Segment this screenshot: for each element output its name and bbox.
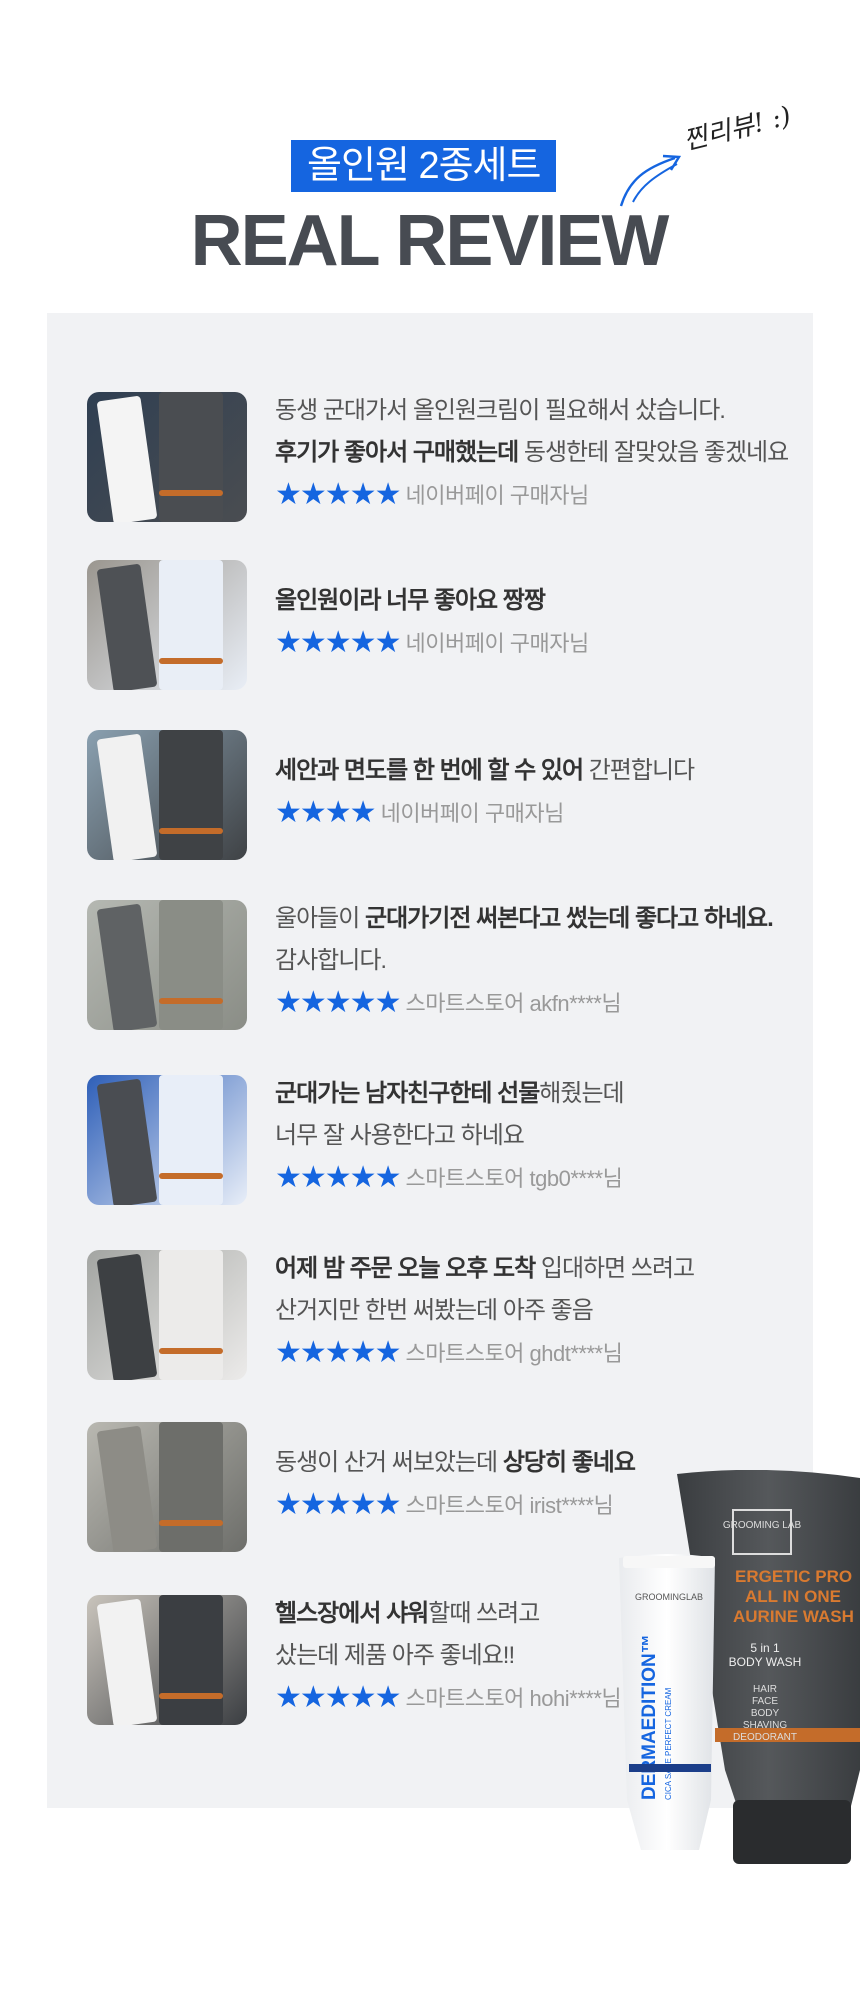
product-image: GROOMING LAB ERGETIC PRO ALL IN ONE AURI… [619,1470,860,1864]
review-meta: ★★★★★ 네이버페이 구매자님 [275,622,815,665]
review-line: 감사합니다. [275,940,815,982]
review-line: 올인원이라 너무 좋아요 짱짱 [275,580,815,622]
rating-stars-icon: ★★★★★ [275,626,401,659]
dark-tube-name-line: ALL IN ONE [745,1587,841,1606]
review-photo[interactable] [87,900,247,1030]
rating-stars-icon: ★★★★ [275,796,377,829]
handwritten-note: 찐리뷰! :) [680,101,794,157]
reviewer-source: 스마트스토어 irist****님 [405,1493,614,1518]
dark-tube-use-label: HAIR [753,1684,777,1695]
reviewer-source: 네이버페이 구매자님 [405,631,589,656]
review-photo[interactable] [87,1075,247,1205]
review-segment: 동생 군대가서 올인원크림이 필요해서 샀습니다. [275,397,726,424]
review-line: 동생 군대가서 올인원크림이 필요해서 샀습니다. [275,390,815,432]
rating-stars-icon: ★★★★★ [275,1488,401,1521]
review-highlight: 세안과 면도를 한 번에 할 수 있어 [275,757,584,784]
dark-tube-use-label: FACE [752,1696,778,1707]
review-segment: 울아들이 [275,905,365,932]
review-line: 산거지만 한번 써봤는데 아주 좋음 [275,1290,815,1332]
white-tube-vertical-sub: CICA SAFE PERFECT CREAM [664,1687,673,1800]
page-title: REAL REVIEW [190,201,670,281]
review-line: 세안과 면도를 한 번에 할 수 있어 간편합니다 [275,750,815,792]
review-photo[interactable] [87,560,247,690]
review-text: 올인원이라 너무 좋아요 짱짱 ★★★★★ 네이버페이 구매자님 [275,580,815,665]
review-highlight: 헬스장에서 샤워 [275,1600,429,1627]
review-text: 동생 군대가서 올인원크림이 필요해서 샀습니다. 후기가 좋아서 구매했는데 동… [275,390,815,517]
review-photo[interactable] [87,1250,247,1380]
rating-stars-icon: ★★★★★ [275,986,401,1019]
review-highlight: 어제 밤 주문 오늘 오후 도착 [275,1255,536,1282]
review-text: 세안과 면도를 한 번에 할 수 있어 간편합니다 ★★★★ 네이버페이 구매자님 [275,750,815,835]
dark-tube-sub-line: 5 in 1 [750,1641,780,1655]
review-text: 어제 밤 주문 오늘 오후 도착 입대하면 쓰려고산거지만 한번 써봤는데 아주… [275,1248,815,1375]
review-segment: 동생한테 잘맞았음 좋겠네요 [518,439,789,466]
reviewer-source: 스마트스토어 akfn****님 [405,991,622,1016]
review-segment: 동생이 산거 써보았는데 [275,1449,503,1476]
dark-tube-use-label: SHAVING [743,1720,787,1731]
reviewer-source: 스마트스토어 hohi****님 [405,1686,622,1711]
rating-stars-icon: ★★★★★ [275,1336,401,1369]
review-line: 너무 잘 사용한다고 하네요 [275,1115,815,1157]
review-highlight: 후기가 좋아서 구매했는데 [275,439,519,466]
white-tube-vertical-label: DERMAEDITION™ [639,1634,660,1800]
dark-tube-use-label: DEODORANT [733,1732,797,1743]
review-highlight: 군대가기전 써본다고 썼는데 좋다고 하네요. [365,905,774,932]
review-segment: 해줬는데 [539,1080,624,1107]
review-photo[interactable] [87,392,247,522]
review-segment: 너무 잘 사용한다고 하네요 [275,1122,525,1149]
review-item: 동생 군대가서 올인원크림이 필요해서 샀습니다. 후기가 좋아서 구매했는데 동… [87,392,789,524]
review-text: 군대가는 남자친구한테 선물해줬는데너무 잘 사용한다고 하네요 ★★★★★ 스마트… [275,1073,815,1200]
review-item: 올인원이라 너무 좋아요 짱짱 ★★★★★ 네이버페이 구매자님 [87,560,787,692]
review-meta: ★★★★★ 스마트스토어 ghdt****님 [275,1332,815,1375]
dark-tube-name-line: AURINE WASH [733,1607,854,1626]
dark-tube-use-label: BODY [751,1708,780,1719]
review-meta: ★★★★ 네이버페이 구매자님 [275,792,815,835]
dark-tube-brand: GROOMING LAB [723,1520,802,1531]
reviewer-source: 스마트스토어 ghdt****님 [405,1341,623,1366]
review-segment: 할때 쓰려고 [428,1600,540,1627]
review-segment: 감사합니다. [275,947,387,974]
rating-stars-icon: ★★★★★ [275,1161,401,1194]
review-item: 세안과 면도를 한 번에 할 수 있어 간편합니다 ★★★★ 네이버페이 구매자님 [87,730,787,862]
review-photo[interactable] [87,730,247,860]
reviewer-source: 네이버페이 구매자님 [405,483,589,508]
review-line: 군대가는 남자친구한테 선물해줬는데 [275,1073,815,1115]
review-photo[interactable] [87,1595,247,1725]
review-line: 어제 밤 주문 오늘 오후 도착 입대하면 쓰려고 [275,1248,815,1290]
dark-tube-name-line: ERGETIC PRO [735,1567,852,1586]
arrow-icon [619,154,682,207]
header: 올인원 2종세트 REAL REVIEW 찐리뷰! :) [0,0,860,300]
rating-stars-icon: ★★★★★ [275,478,401,511]
review-segment: 입대하면 쓰려고 [535,1255,695,1282]
review-segment: 간편합니다 [583,757,695,784]
review-segment: 산거지만 한번 써봤는데 아주 좋음 [275,1297,594,1324]
review-segment: 샀는데 제품 아주 좋네요!! [275,1642,515,1669]
review-text: 울아들이 군대가기전 써본다고 썼는데 좋다고 하네요. 감사합니다. ★★★★★ 스… [275,898,815,1025]
review-meta: ★★★★★ 스마트스토어 tgb0****님 [275,1157,815,1200]
dark-tube-sub-line: BODY WASH [729,1655,802,1669]
review-highlight: 올인원이라 너무 좋아요 짱짱 [275,587,546,614]
reviewer-source: 스마트스토어 tgb0****님 [405,1166,623,1191]
review-item: 군대가는 남자친구한테 선물해줬는데너무 잘 사용한다고 하네요 ★★★★★ 스마트… [87,1075,787,1207]
review-meta: ★★★★★ 네이버페이 구매자님 [275,474,815,517]
review-item: 울아들이 군대가기전 써본다고 썼는데 좋다고 하네요. 감사합니다. ★★★★★ 스… [87,900,787,1032]
review-photo[interactable] [87,1422,247,1552]
set-tag: 올인원 2종세트 [291,140,557,192]
review-line: 울아들이 군대가기전 써본다고 썼는데 좋다고 하네요. [275,898,815,940]
review-highlight: 군대가는 남자친구한테 선물 [275,1080,540,1107]
review-line: 후기가 좋아서 구매했는데 동생한테 잘맞았음 좋겠네요 [275,432,815,474]
review-meta: ★★★★★ 스마트스토어 akfn****님 [275,982,815,1025]
review-item: 어제 밤 주문 오늘 오후 도착 입대하면 쓰려고산거지만 한번 써봤는데 아주… [87,1250,787,1382]
reviewer-source: 네이버페이 구매자님 [380,801,565,826]
rating-stars-icon: ★★★★★ [275,1681,401,1714]
white-tube-brand: GROOMINGLAB [635,1592,703,1602]
